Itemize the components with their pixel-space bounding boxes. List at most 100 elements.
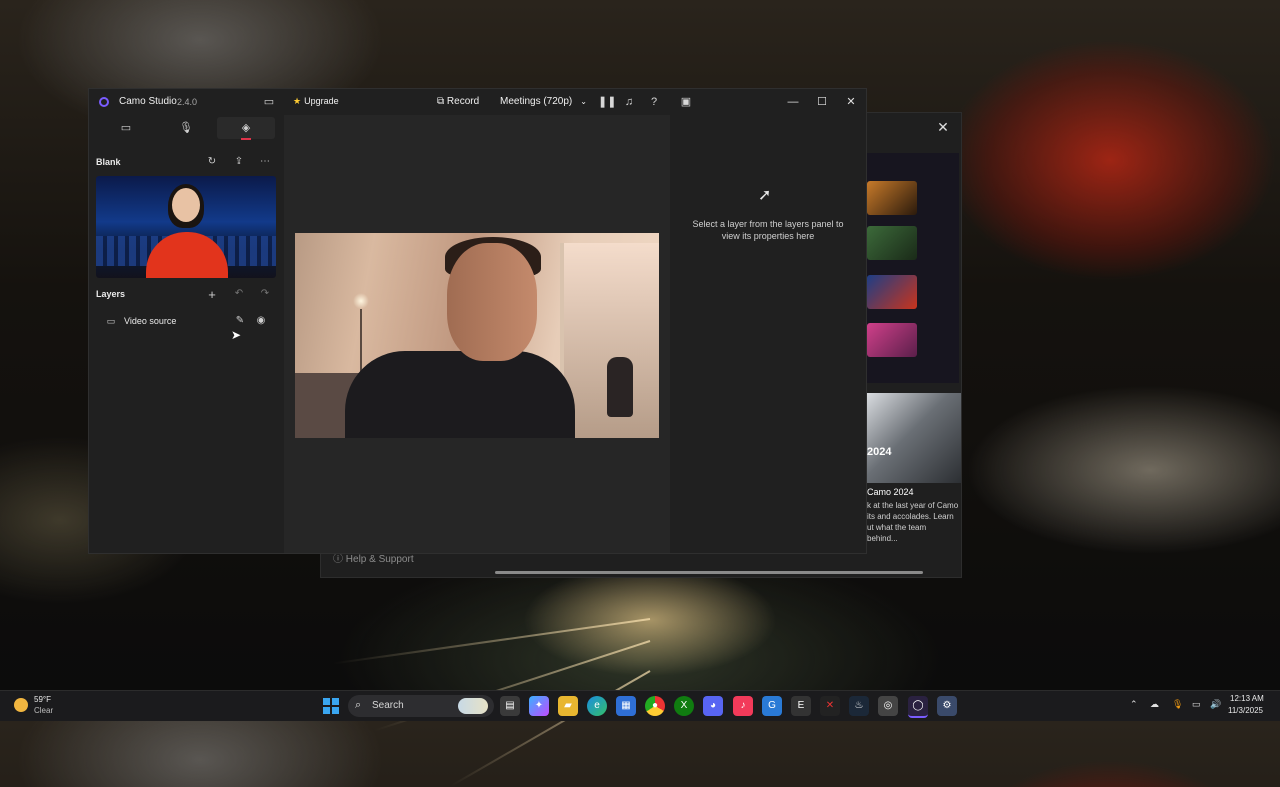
microphone-tray-icon[interactable]: 🎙 xyxy=(1172,699,1183,710)
camo-app-icon[interactable]: ◯ xyxy=(908,696,928,718)
refresh-icon[interactable]: ↻ xyxy=(205,156,219,167)
background-thumbnail[interactable] xyxy=(867,323,917,357)
moon-weather-icon[interactable] xyxy=(14,698,28,712)
minimize-button[interactable]: — xyxy=(784,94,802,110)
split-view-icon[interactable]: ❚❚ xyxy=(598,95,616,109)
maximize-button[interactable]: ☐ xyxy=(813,94,831,110)
copilot-icon[interactable]: ✦ xyxy=(529,696,549,716)
discord-icon[interactable]: ◕ xyxy=(703,696,723,716)
help-support-label: Help & Support xyxy=(345,554,414,565)
file-explorer-icon[interactable]: ▰ xyxy=(558,696,578,716)
store-icon[interactable]: ▦ xyxy=(616,696,636,716)
preset-label: Meetings (720p) xyxy=(500,96,573,107)
horizontal-scrollbar[interactable] xyxy=(495,571,923,574)
visibility-eye-icon[interactable]: ◉ xyxy=(254,315,268,326)
tab-layers[interactable]: ◈ xyxy=(217,117,275,140)
xbox-icon[interactable]: X xyxy=(674,696,694,716)
help-icon: ⓘ xyxy=(333,554,346,565)
promo-title[interactable]: Camo 2024 xyxy=(867,487,914,497)
layers-icon: ◈ xyxy=(241,122,251,134)
promo-description: k at the last year of Camo its and accol… xyxy=(867,501,959,543)
video-preview-area xyxy=(284,115,670,553)
upgrade-label: Upgrade xyxy=(304,96,339,106)
edge-browser-icon[interactable]: e xyxy=(587,696,607,716)
settings-gear-icon[interactable]: ⚙ xyxy=(937,696,957,716)
video-camera-icon: ▭ xyxy=(106,316,116,326)
scene-thumbnail[interactable] xyxy=(96,176,276,278)
clock-time[interactable]: 12:13 AM xyxy=(1230,694,1264,703)
properties-panel: ➚ Select a layer from the layers panel t… xyxy=(670,115,866,553)
layer-label: Video source xyxy=(124,316,177,326)
tab-audio[interactable]: 🎙 xyxy=(157,117,215,139)
app-name: Camo Studio xyxy=(119,96,177,107)
panel-tabs: ▭ 🎙 ◈ xyxy=(89,115,284,143)
person-face xyxy=(172,188,200,222)
video-person-face xyxy=(447,243,537,361)
search-label: Search xyxy=(372,700,404,711)
g-app-icon[interactable]: G xyxy=(762,696,782,716)
weather-condition[interactable]: Clear xyxy=(34,706,53,715)
start-button[interactable] xyxy=(323,698,339,714)
taskbar: 59°F Clear ⌕ Search ▤ ✦ ▰ e ▦ ● X ◕ ♪ G … xyxy=(0,690,1280,721)
camo-logo-icon xyxy=(99,97,109,107)
promo-image[interactable] xyxy=(867,393,961,483)
steam-icon[interactable]: ♨ xyxy=(849,696,869,716)
clock-date[interactable]: 11/3/2025 xyxy=(1228,706,1263,715)
record-button[interactable]: ⧉ Record xyxy=(437,96,479,107)
upgrade-button[interactable]: ★ Upgrade xyxy=(293,96,339,107)
star-icon: ★ xyxy=(293,96,302,106)
task-view-icon[interactable]: ▤ xyxy=(500,696,520,716)
record-icon: ⧉ xyxy=(437,96,447,107)
weather-temperature[interactable]: 59°F xyxy=(34,695,51,704)
promo-year: 2024 xyxy=(867,446,892,458)
microphone-icon: 🎙 xyxy=(179,122,193,134)
scene-title: Blank xyxy=(96,157,121,167)
layer-item-video-source[interactable]: ▭ Video source ✎ ◉ xyxy=(96,312,277,332)
pointer-click-icon: ➚ xyxy=(758,187,772,204)
music-app-icon[interactable]: ♪ xyxy=(733,696,753,716)
background-thumbnail[interactable] xyxy=(867,275,917,309)
share-icon[interactable]: ⇪ xyxy=(232,156,246,167)
wallpaper-beam xyxy=(450,670,651,787)
chevron-down-icon: ⌄ xyxy=(580,97,587,106)
left-panel: ▭ 🎙 ◈ Blank ↻ ⇪ ⋯ Layers + ↶ ↷ ▭ Video s… xyxy=(89,115,284,553)
volume-icon[interactable]: 🔊 xyxy=(1210,699,1221,710)
x-app-icon[interactable]: ✕ xyxy=(820,696,840,716)
search-highlight-image xyxy=(458,698,488,714)
camera-video-feed[interactable] xyxy=(295,233,659,438)
background-thumbnail[interactable] xyxy=(867,226,917,260)
search-icon: ⌕ xyxy=(355,699,362,711)
add-layer-icon[interactable]: + xyxy=(205,287,219,302)
close-icon[interactable]: ✕ xyxy=(933,117,953,137)
camera-icon: ▭ xyxy=(120,122,132,134)
help-icon[interactable]: ? xyxy=(647,95,661,109)
sidebar-toggle-icon[interactable]: ▭ xyxy=(262,95,276,109)
close-button[interactable]: ✕ xyxy=(842,94,860,110)
properties-empty-message: Select a layer from the layers panel to … xyxy=(692,219,844,241)
video-lamp xyxy=(353,293,369,309)
background-thumbnail[interactable] xyxy=(867,181,917,215)
bell-icon[interactable]: ♫ xyxy=(622,95,636,109)
epic-games-icon[interactable]: E xyxy=(791,696,811,716)
resolution-preset-dropdown[interactable]: Meetings (720p) ⌄ xyxy=(500,96,587,107)
camo-studio-window: Camo Studio 2.4.0 ▭ ★ Upgrade ⧉ Record Me… xyxy=(88,88,867,554)
app-version: 2.4.0 xyxy=(177,97,198,107)
taskbar-search[interactable]: ⌕ Search xyxy=(348,695,494,717)
more-options-icon[interactable]: ⋯ xyxy=(258,156,272,167)
edit-pencil-icon[interactable]: ✎ xyxy=(233,315,247,326)
onedrive-icon[interactable]: ☁ xyxy=(1150,699,1159,710)
layers-title: Layers xyxy=(96,289,126,299)
wallpaper-beam xyxy=(332,618,651,665)
gamepad-icon[interactable]: ◎ xyxy=(878,696,898,716)
title-bar: Camo Studio 2.4.0 ▭ ★ Upgrade ⧉ Record Me… xyxy=(89,89,866,115)
undo-icon[interactable]: ↶ xyxy=(232,288,246,299)
video-person-body xyxy=(345,351,575,438)
record-label: Record xyxy=(446,96,480,107)
video-background-person xyxy=(607,357,633,417)
panel-toggle-icon[interactable]: ▣ xyxy=(679,95,693,109)
display-icon[interactable]: ▭ xyxy=(1192,699,1201,710)
tab-video[interactable]: ▭ xyxy=(97,117,155,139)
redo-icon[interactable]: ↷ xyxy=(258,288,272,299)
chrome-icon[interactable]: ● xyxy=(645,696,665,716)
tray-chevron-icon[interactable]: ⌃ xyxy=(1130,699,1138,710)
